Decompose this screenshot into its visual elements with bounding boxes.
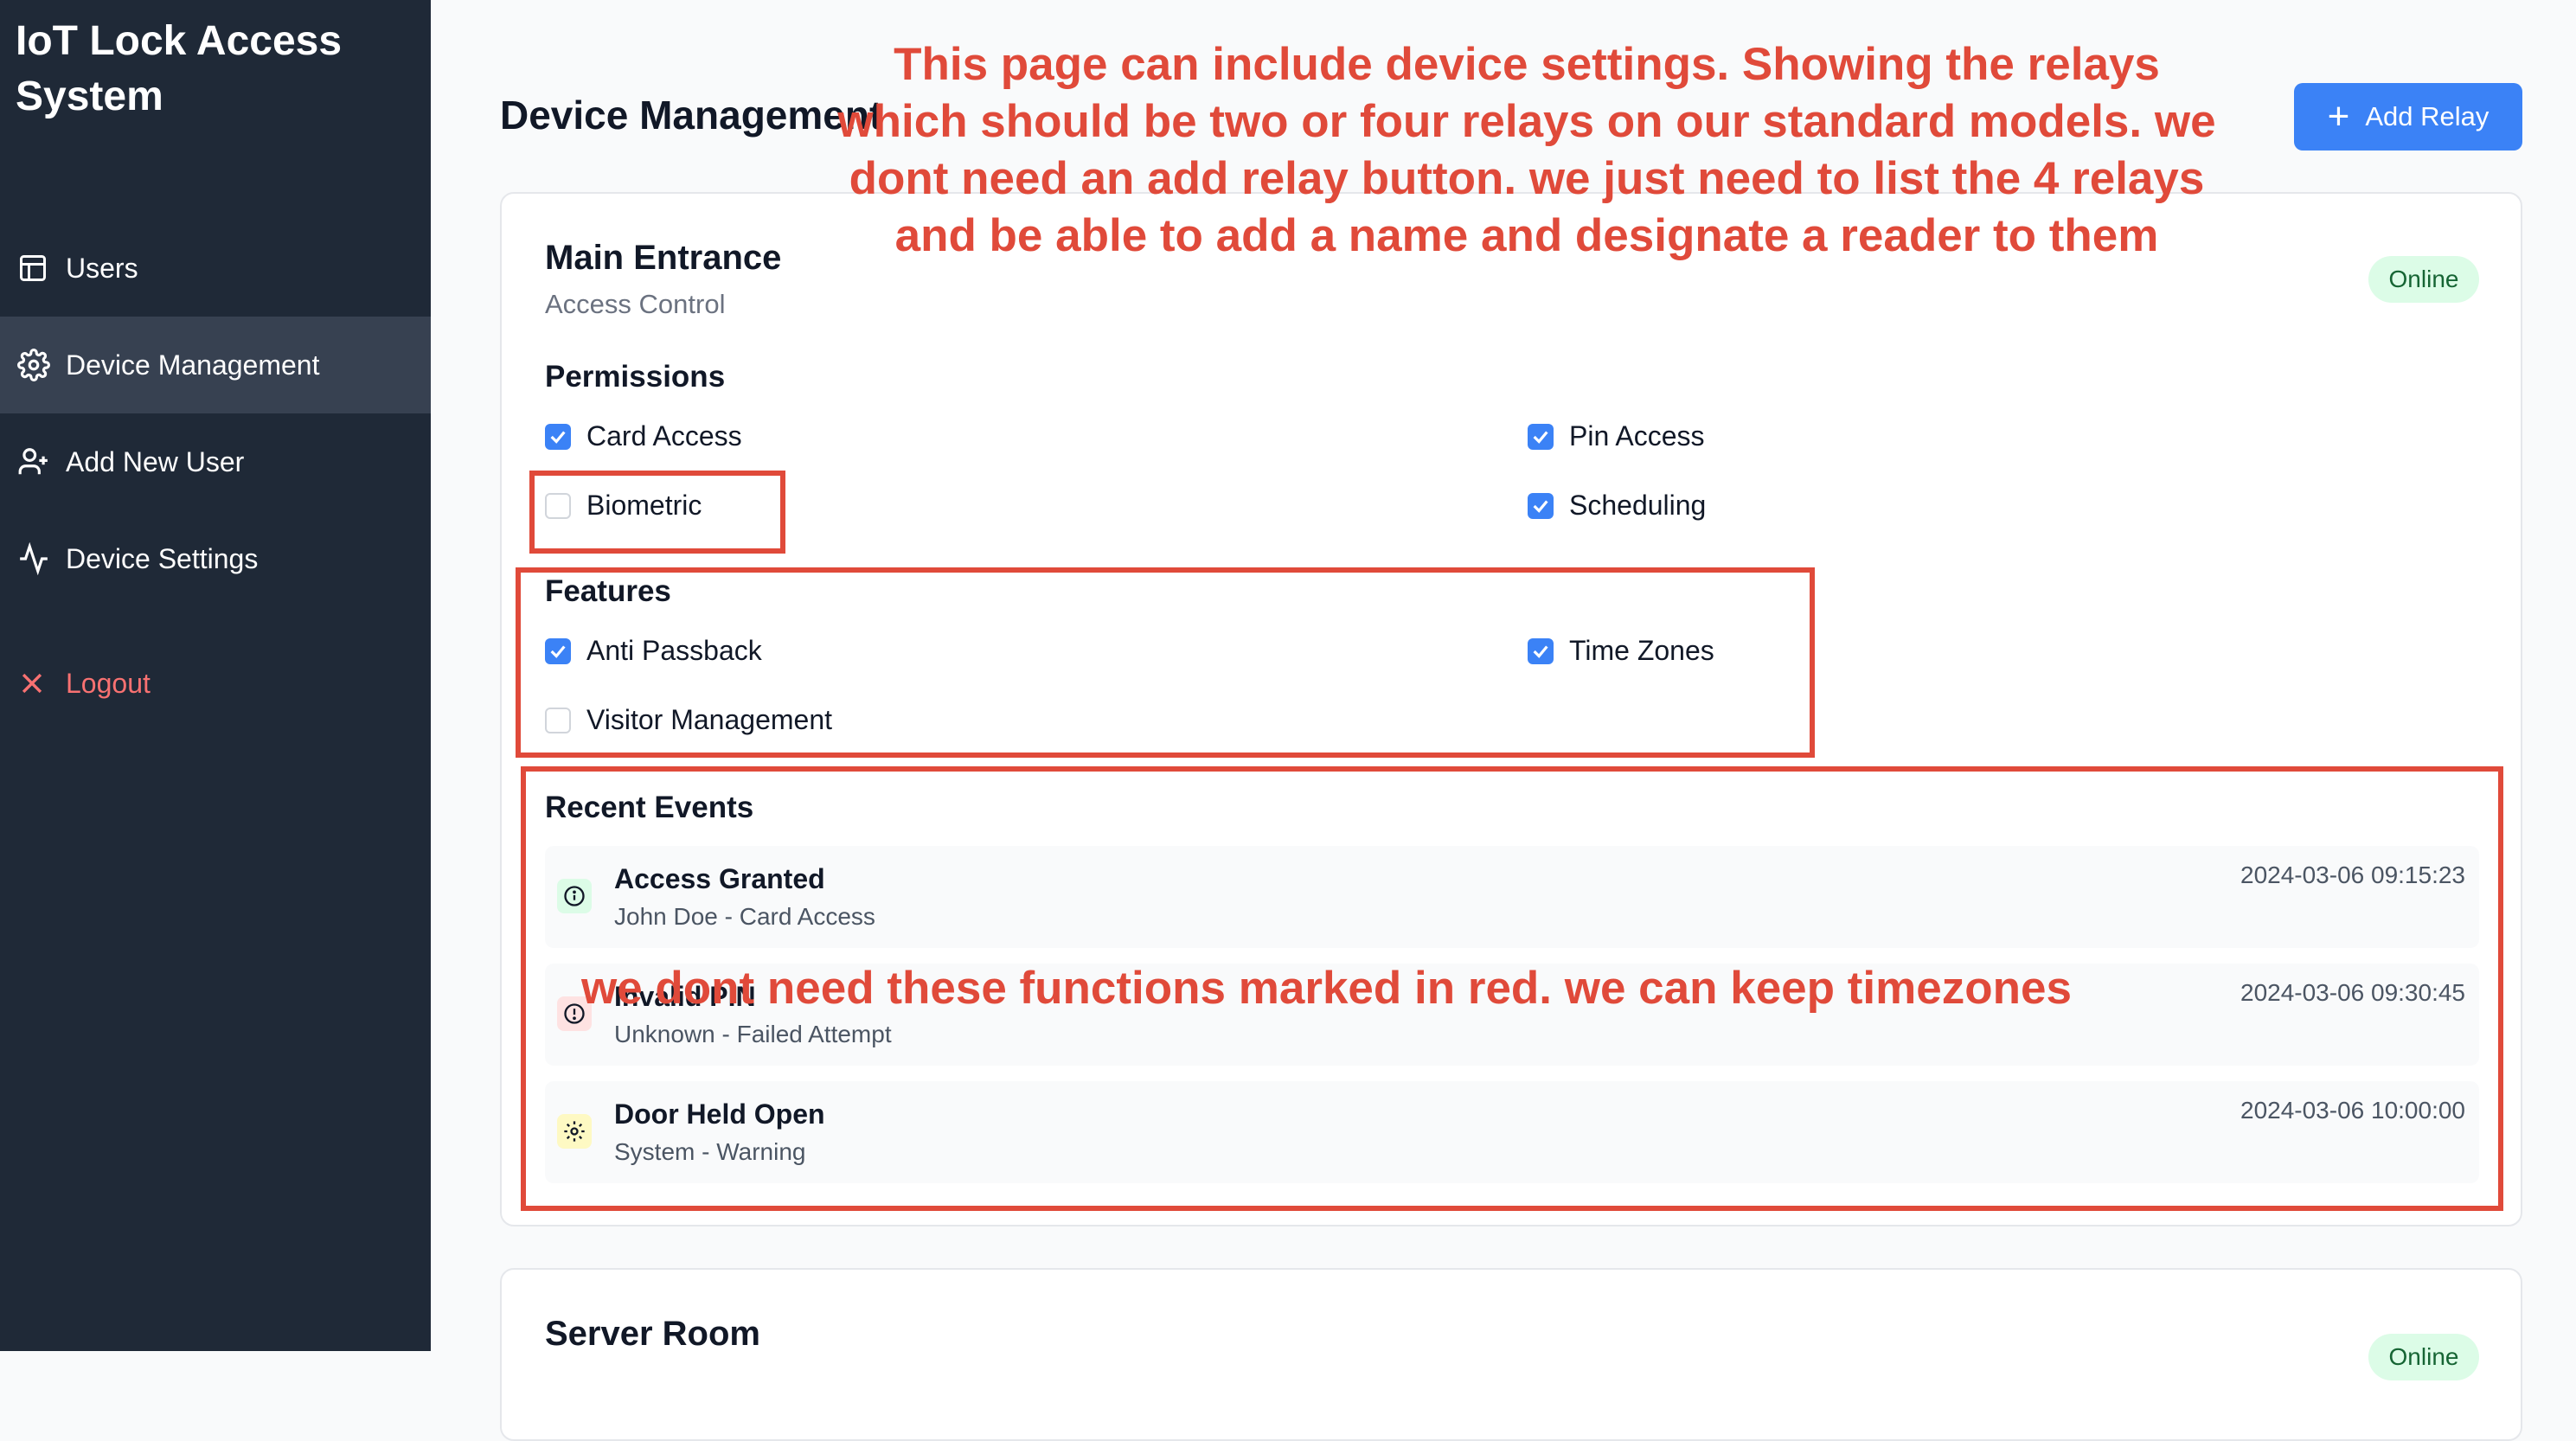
table-icon <box>17 251 52 285</box>
permission-card-access[interactable]: Card Access <box>545 420 742 452</box>
annotation-box-biometric <box>529 471 785 554</box>
sidebar-item-label: Users <box>66 252 138 284</box>
annotation-box-features <box>516 567 1815 758</box>
sidebar-item-label: Add New User <box>66 445 245 477</box>
checkbox-checked[interactable] <box>545 423 571 450</box>
checkbox-checked[interactable] <box>1528 492 1554 519</box>
device-name: Main Entrance <box>545 239 782 277</box>
sidebar: IoT Lock Access System Users Device Mana… <box>0 0 431 1351</box>
annotation-note-bottom: we dont need these functions marked in r… <box>581 963 2072 1014</box>
device-type: Access Control <box>545 289 726 319</box>
logout-label: Logout <box>66 667 151 699</box>
add-relay-label: Add Relay <box>2365 101 2489 131</box>
annotation-note-top: This page can include device settings. S… <box>837 39 2216 261</box>
permission-scheduling[interactable]: Scheduling <box>1528 490 1706 522</box>
logout-button[interactable]: Logout <box>0 635 431 732</box>
sidebar-item-device-management[interactable]: Device Management <box>0 317 431 413</box>
activity-icon <box>17 541 52 576</box>
close-icon <box>17 666 52 701</box>
status-badge: Online <box>2368 1334 2479 1380</box>
add-relay-button[interactable]: + Add Relay <box>2294 83 2522 151</box>
gear-icon <box>17 348 52 382</box>
checkbox-label: Card Access <box>586 420 742 452</box>
permissions-title: Permissions <box>545 360 726 394</box>
sidebar-item-label: Device Settings <box>66 542 259 574</box>
status-badge: Online <box>2368 256 2479 303</box>
page-title: Device Management <box>500 93 883 138</box>
checkbox-label: Pin Access <box>1569 420 1705 452</box>
checkbox-label: Scheduling <box>1569 490 1707 521</box>
sidebar-item-device-settings[interactable]: Device Settings <box>0 510 431 607</box>
sidebar-item-label: Device Management <box>66 349 320 381</box>
plus-icon: + <box>2327 95 2350 138</box>
user-plus-icon <box>17 445 52 479</box>
checkbox-checked[interactable] <box>1528 423 1554 450</box>
sidebar-item-add-new-user[interactable]: Add New User <box>0 413 431 510</box>
app-title: IoT Lock Access System <box>16 18 343 119</box>
permission-pin-access[interactable]: Pin Access <box>1528 420 1705 452</box>
device-name: Server Room <box>545 1315 760 1353</box>
device-card: Server Room Online <box>500 1268 2522 1441</box>
sidebar-item-users[interactable]: Users <box>0 220 431 317</box>
